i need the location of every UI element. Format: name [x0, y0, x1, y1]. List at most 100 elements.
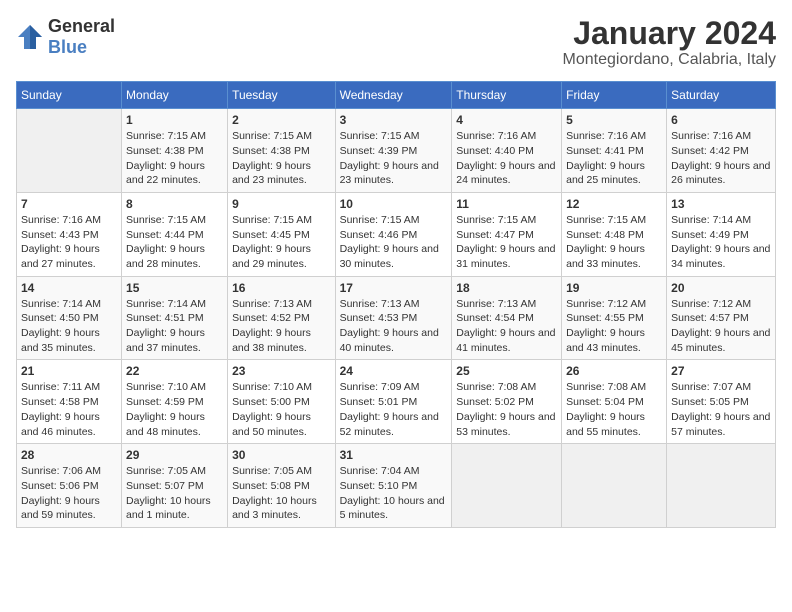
- calendar-day-cell: 2 Sunrise: 7:15 AMSunset: 4:38 PMDaylight…: [228, 109, 336, 193]
- logo: General Blue: [16, 16, 115, 58]
- day-detail: Sunrise: 7:13 AMSunset: 4:53 PMDaylight:…: [340, 297, 448, 356]
- day-number: 11: [456, 197, 557, 211]
- day-number: 2: [232, 113, 331, 127]
- day-detail: Sunrise: 7:16 AMSunset: 4:43 PMDaylight:…: [21, 213, 117, 272]
- calendar-week-row: 21 Sunrise: 7:11 AMSunset: 4:58 PMDayligh…: [17, 360, 776, 444]
- day-number: 19: [566, 281, 662, 295]
- calendar-day-cell: [667, 444, 776, 528]
- day-detail: Sunrise: 7:06 AMSunset: 5:06 PMDaylight:…: [21, 464, 117, 523]
- weekday-header: Thursday: [452, 82, 562, 109]
- day-detail: Sunrise: 7:16 AMSunset: 4:40 PMDaylight:…: [456, 129, 557, 188]
- day-number: 27: [671, 364, 771, 378]
- calendar-day-cell: 26 Sunrise: 7:08 AMSunset: 5:04 PMDayligh…: [562, 360, 667, 444]
- day-detail: Sunrise: 7:13 AMSunset: 4:52 PMDaylight:…: [232, 297, 331, 356]
- calendar-day-cell: 25Sunrise: 7:08 AMSunset: 5:02 PMDayligh…: [452, 360, 562, 444]
- weekday-header: Wednesday: [335, 82, 452, 109]
- calendar-day-cell: 5 Sunrise: 7:16 AMSunset: 4:41 PMDaylight…: [562, 109, 667, 193]
- day-number: 26: [566, 364, 662, 378]
- day-detail: Sunrise: 7:14 AMSunset: 4:51 PMDaylight:…: [126, 297, 223, 356]
- calendar-week-row: 7 Sunrise: 7:16 AMSunset: 4:43 PMDaylight…: [17, 192, 776, 276]
- day-number: 17: [340, 281, 448, 295]
- calendar-header: SundayMondayTuesdayWednesdayThursdayFrid…: [17, 82, 776, 109]
- day-number: 3: [340, 113, 448, 127]
- calendar-day-cell: 6 Sunrise: 7:16 AMSunset: 4:42 PMDaylight…: [667, 109, 776, 193]
- weekday-header: Friday: [562, 82, 667, 109]
- day-number: 24: [340, 364, 448, 378]
- location-title: Montegiordano, Calabria, Italy: [563, 51, 776, 69]
- day-detail: Sunrise: 7:15 AMSunset: 4:38 PMDaylight:…: [126, 129, 223, 188]
- day-detail: Sunrise: 7:10 AMSunset: 4:59 PMDaylight:…: [126, 380, 223, 439]
- calendar-day-cell: 15 Sunrise: 7:14 AMSunset: 4:51 PMDayligh…: [122, 276, 228, 360]
- day-number: 22: [126, 364, 223, 378]
- calendar-day-cell: 19 Sunrise: 7:12 AMSunset: 4:55 PMDayligh…: [562, 276, 667, 360]
- calendar-week-row: 14Sunrise: 7:14 AMSunset: 4:50 PMDayligh…: [17, 276, 776, 360]
- day-detail: Sunrise: 7:12 AMSunset: 4:57 PMDaylight:…: [671, 297, 771, 356]
- calendar-day-cell: 14Sunrise: 7:14 AMSunset: 4:50 PMDayligh…: [17, 276, 122, 360]
- calendar-day-cell: 4 Sunrise: 7:16 AMSunset: 4:40 PMDaylight…: [452, 109, 562, 193]
- day-number: 8: [126, 197, 223, 211]
- calendar-day-cell: 9 Sunrise: 7:15 AMSunset: 4:45 PMDaylight…: [228, 192, 336, 276]
- day-number: 1: [126, 113, 223, 127]
- weekday-header: Monday: [122, 82, 228, 109]
- calendar-week-row: 1 Sunrise: 7:15 AMSunset: 4:38 PMDaylight…: [17, 109, 776, 193]
- logo-icon: [16, 23, 44, 51]
- calendar-day-cell: 1 Sunrise: 7:15 AMSunset: 4:38 PMDaylight…: [122, 109, 228, 193]
- calendar-day-cell: [452, 444, 562, 528]
- day-number: 23: [232, 364, 331, 378]
- day-detail: Sunrise: 7:14 AMSunset: 4:50 PMDaylight:…: [21, 297, 117, 356]
- day-detail: Sunrise: 7:11 AMSunset: 4:58 PMDaylight:…: [21, 380, 117, 439]
- logo-general: General: [48, 16, 115, 36]
- calendar-table: SundayMondayTuesdayWednesdayThursdayFrid…: [16, 81, 776, 528]
- day-detail: Sunrise: 7:16 AMSunset: 4:41 PMDaylight:…: [566, 129, 662, 188]
- calendar-day-cell: 30Sunrise: 7:05 AMSunset: 5:08 PMDayligh…: [228, 444, 336, 528]
- day-number: 7: [21, 197, 117, 211]
- day-detail: Sunrise: 7:12 AMSunset: 4:55 PMDaylight:…: [566, 297, 662, 356]
- day-number: 6: [671, 113, 771, 127]
- weekday-header: Tuesday: [228, 82, 336, 109]
- month-title: January 2024: [563, 16, 776, 51]
- day-detail: Sunrise: 7:15 AMSunset: 4:46 PMDaylight:…: [340, 213, 448, 272]
- day-number: 20: [671, 281, 771, 295]
- day-detail: Sunrise: 7:15 AMSunset: 4:38 PMDaylight:…: [232, 129, 331, 188]
- day-number: 28: [21, 448, 117, 462]
- calendar-day-cell: 20 Sunrise: 7:12 AMSunset: 4:57 PMDayligh…: [667, 276, 776, 360]
- day-number: 18: [456, 281, 557, 295]
- calendar-day-cell: 22 Sunrise: 7:10 AMSunset: 4:59 PMDayligh…: [122, 360, 228, 444]
- day-detail: Sunrise: 7:09 AMSunset: 5:01 PMDaylight:…: [340, 380, 448, 439]
- day-detail: Sunrise: 7:04 AMSunset: 5:10 PMDaylight:…: [340, 464, 448, 523]
- calendar-day-cell: [562, 444, 667, 528]
- page-header: General Blue January 2024 Montegiordano,…: [16, 16, 776, 69]
- day-number: 29: [126, 448, 223, 462]
- calendar-day-cell: 3 Sunrise: 7:15 AMSunset: 4:39 PMDaylight…: [335, 109, 452, 193]
- calendar-day-cell: 29 Sunrise: 7:05 AMSunset: 5:07 PMDayligh…: [122, 444, 228, 528]
- day-detail: Sunrise: 7:07 AMSunset: 5:05 PMDaylight:…: [671, 380, 771, 439]
- title-block: January 2024 Montegiordano, Calabria, It…: [563, 16, 776, 69]
- day-number: 21: [21, 364, 117, 378]
- day-number: 9: [232, 197, 331, 211]
- day-number: 25: [456, 364, 557, 378]
- day-detail: Sunrise: 7:15 AMSunset: 4:39 PMDaylight:…: [340, 129, 448, 188]
- calendar-day-cell: 17 Sunrise: 7:13 AMSunset: 4:53 PMDayligh…: [335, 276, 452, 360]
- calendar-week-row: 28 Sunrise: 7:06 AMSunset: 5:06 PMDayligh…: [17, 444, 776, 528]
- day-detail: Sunrise: 7:15 AMSunset: 4:47 PMDaylight:…: [456, 213, 557, 272]
- day-number: 5: [566, 113, 662, 127]
- weekday-header: Saturday: [667, 82, 776, 109]
- calendar-day-cell: 12Sunrise: 7:15 AMSunset: 4:48 PMDayligh…: [562, 192, 667, 276]
- day-detail: Sunrise: 7:16 AMSunset: 4:42 PMDaylight:…: [671, 129, 771, 188]
- header-row: SundayMondayTuesdayWednesdayThursdayFrid…: [17, 82, 776, 109]
- day-number: 13: [671, 197, 771, 211]
- day-number: 4: [456, 113, 557, 127]
- weekday-header: Sunday: [17, 82, 122, 109]
- calendar-day-cell: 8Sunrise: 7:15 AMSunset: 4:44 PMDaylight…: [122, 192, 228, 276]
- day-number: 10: [340, 197, 448, 211]
- day-detail: Sunrise: 7:05 AMSunset: 5:08 PMDaylight:…: [232, 464, 331, 523]
- logo-text: General Blue: [48, 16, 115, 58]
- day-detail: Sunrise: 7:08 AMSunset: 5:04 PMDaylight:…: [566, 380, 662, 439]
- day-number: 12: [566, 197, 662, 211]
- day-detail: Sunrise: 7:05 AMSunset: 5:07 PMDaylight:…: [126, 464, 223, 523]
- day-detail: Sunrise: 7:15 AMSunset: 4:45 PMDaylight:…: [232, 213, 331, 272]
- logo-blue: Blue: [48, 37, 87, 57]
- calendar-day-cell: 23Sunrise: 7:10 AMSunset: 5:00 PMDayligh…: [228, 360, 336, 444]
- day-number: 15: [126, 281, 223, 295]
- calendar-body: 1 Sunrise: 7:15 AMSunset: 4:38 PMDaylight…: [17, 109, 776, 528]
